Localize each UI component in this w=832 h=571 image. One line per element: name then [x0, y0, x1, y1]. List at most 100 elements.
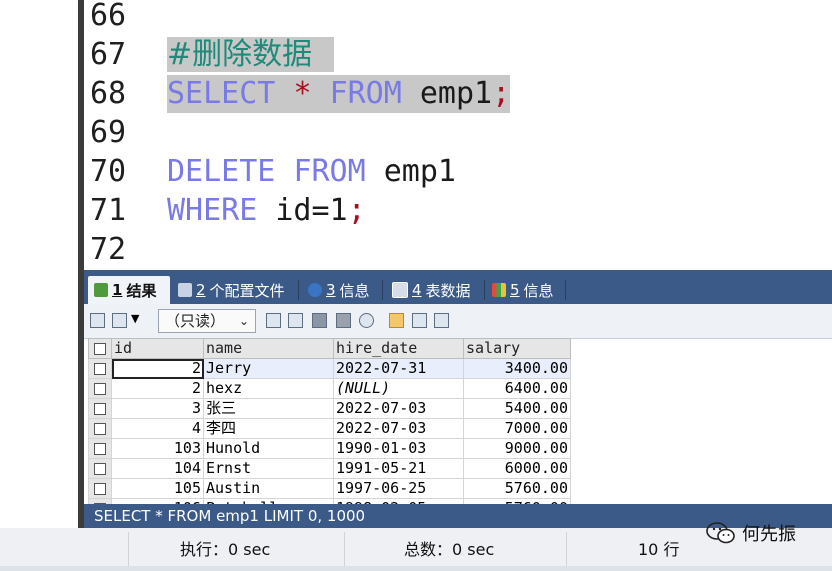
tab-number: 3 [326, 281, 336, 299]
chevron-down-icon[interactable]: ▼ [131, 312, 139, 325]
table-row[interactable]: 4 李四 2022-07-03 7000.00 [88, 418, 571, 439]
code-line-selected[interactable]: SELECT * FROM emp1; [167, 75, 511, 113]
import-icon[interactable] [112, 313, 127, 328]
column-header[interactable]: hire_date [333, 338, 464, 359]
form-view-icon[interactable] [412, 313, 427, 328]
mode-select-value: （只读） [165, 312, 226, 330]
tab-label: 结果 [126, 281, 157, 300]
code-line[interactable]: DELETE FROM emp1 [167, 153, 456, 191]
table-row[interactable]: 2 hexz (NULL) 6400.00 [88, 378, 571, 399]
keyword: FROM [329, 76, 402, 111]
comment-text: #删除数据 [167, 37, 335, 72]
cell-id[interactable]: 104 [111, 458, 204, 479]
table-icon [392, 282, 408, 298]
insert-row-icon[interactable] [266, 313, 281, 328]
status-divider [128, 532, 129, 567]
code-line[interactable]: WHERE id=1; [167, 192, 366, 230]
cell-id[interactable]: 2 [111, 378, 204, 399]
cell-name[interactable]: 张三 [203, 398, 334, 419]
cell-salary[interactable]: 6000.00 [463, 458, 571, 479]
tab-table-data[interactable]: 4 表数据 [386, 276, 482, 304]
cell-salary[interactable]: 9000.00 [463, 438, 571, 459]
delete-icon[interactable] [336, 313, 351, 328]
line-number: 67 [90, 37, 127, 72]
cell-hire-date[interactable]: 1991-05-21 [333, 458, 464, 479]
cell-hire-date[interactable]: 2022-07-31 [333, 358, 464, 379]
chevron-down-icon: ⌄ [238, 314, 249, 328]
cell-id[interactable]: 2 [111, 358, 204, 379]
cell-hire-date[interactable]: (NULL) [333, 378, 464, 399]
cell-salary[interactable]: 6400.00 [463, 378, 571, 399]
export-icon[interactable] [90, 313, 105, 328]
watermark-text: 何先振 [742, 524, 796, 545]
cell-name[interactable]: Hunold [203, 438, 334, 459]
save-icon[interactable] [312, 313, 327, 328]
sql-editor[interactable]: 66 67 #删除数据 68 SELECT * FROM emp1; 69 70… [0, 0, 832, 270]
row-checkbox[interactable] [88, 398, 112, 419]
result-grid: id name hire_date salary 2 Jerry 2022-07… [88, 338, 571, 519]
row-checkbox[interactable] [88, 378, 112, 399]
code-line[interactable]: #删除数据 [167, 36, 335, 74]
cell-salary[interactable]: 3400.00 [463, 358, 571, 379]
table-row[interactable]: 105 Austin 1997-06-25 5760.00 [88, 478, 571, 499]
row-checkbox[interactable] [88, 438, 112, 459]
table-row[interactable]: 103 Hunold 1990-01-03 9000.00 [88, 438, 571, 459]
table-identifier: emp1 [419, 76, 493, 111]
tab-info[interactable]: 3 信息 [302, 276, 380, 304]
cell-id[interactable]: 3 [111, 398, 204, 419]
results-panel: 1 结果 2 个配置文件 3 信息 4 表数据 5 信息 ▼ （只读） ⌄ id… [84, 270, 832, 519]
watermark: 何先振 [706, 520, 796, 546]
table-identifier: emp1 [383, 154, 456, 189]
cell-salary[interactable]: 5400.00 [463, 398, 571, 419]
tab-label: 信息 [523, 281, 554, 300]
cell-hire-date[interactable]: 1997-06-25 [333, 478, 464, 499]
cell-name[interactable]: Ernst [203, 458, 334, 479]
tab-label: 表数据 [425, 281, 471, 300]
cell-id[interactable]: 103 [111, 438, 204, 459]
editor-margin [78, 0, 84, 270]
cell-hire-date[interactable]: 2022-07-03 [333, 398, 464, 419]
tab-number: 4 [412, 281, 422, 299]
table-row[interactable]: 104 Ernst 1991-05-21 6000.00 [88, 458, 571, 479]
cancel-icon[interactable] [359, 313, 374, 328]
cell-name[interactable]: hexz [203, 378, 334, 399]
row-checkbox[interactable] [88, 418, 112, 439]
tab-separator [298, 280, 299, 300]
operator: * [293, 76, 312, 111]
column-header[interactable]: name [203, 338, 334, 359]
tab-results[interactable]: 1 结果 [88, 276, 170, 304]
mode-select[interactable]: （只读） ⌄ [158, 309, 256, 333]
total-time: 总数：0 sec [404, 540, 495, 559]
text-view-icon[interactable] [434, 313, 449, 328]
cell-salary[interactable]: 5760.00 [463, 478, 571, 499]
cell-hire-date[interactable]: 1990-01-03 [333, 438, 464, 459]
duplicate-row-icon[interactable] [288, 313, 303, 328]
grid-view-icon[interactable] [389, 313, 404, 328]
wechat-icon [706, 522, 736, 544]
table-row[interactable]: 3 张三 2022-07-03 5400.00 [88, 398, 571, 419]
select-all-checkbox[interactable] [88, 338, 112, 359]
cell-name[interactable]: Jerry [203, 358, 334, 379]
cell-salary[interactable]: 7000.00 [463, 418, 571, 439]
tab-info-2[interactable]: 5 信息 [486, 276, 564, 304]
line-number: 72 [90, 232, 127, 267]
column-header[interactable]: id [111, 338, 204, 359]
line-number: 70 [90, 154, 127, 189]
row-checkbox[interactable] [88, 458, 112, 479]
tab-separator [382, 280, 383, 300]
profile-icon [178, 283, 192, 297]
tab-profiles[interactable]: 2 个配置文件 [172, 276, 296, 304]
cell-id[interactable]: 4 [111, 418, 204, 439]
status-divider [566, 532, 567, 567]
column-header[interactable]: salary [463, 338, 571, 359]
tab-separator [484, 280, 485, 300]
cell-name[interactable]: Austin [203, 478, 334, 499]
table-row[interactable]: 2 Jerry 2022-07-31 3400.00 [88, 358, 571, 379]
row-checkbox[interactable] [88, 478, 112, 499]
cell-name[interactable]: 李四 [203, 418, 334, 439]
cell-hire-date[interactable]: 2022-07-03 [333, 418, 464, 439]
keyword: DELETE [167, 154, 276, 189]
row-checkbox[interactable] [88, 358, 112, 379]
cell-id[interactable]: 105 [111, 478, 204, 499]
tab-label: 个配置文件 [209, 281, 285, 300]
